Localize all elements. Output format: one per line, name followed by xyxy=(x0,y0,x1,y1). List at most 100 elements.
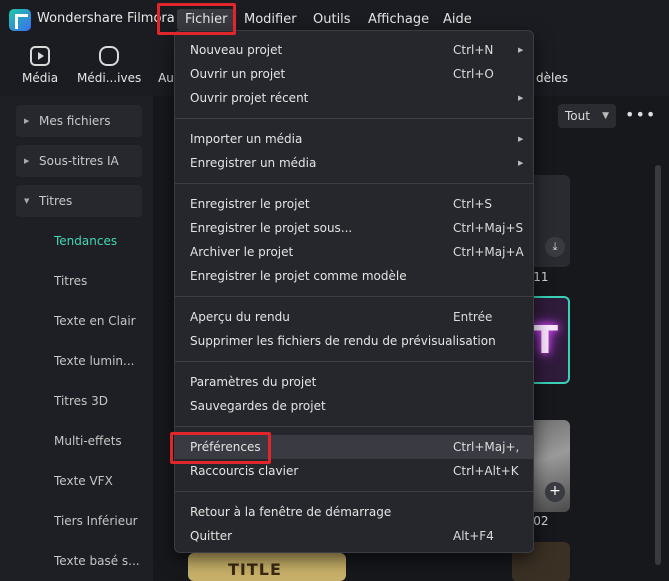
menu-item[interactable]: Retour à la fenêtre de démarrage xyxy=(175,500,533,524)
sidebar-item-titres[interactable]: ▼ Titres xyxy=(16,185,142,217)
menu-item-label: Raccourcis clavier xyxy=(190,464,299,478)
menu-item-label: Sauvegardes de projet xyxy=(190,399,326,413)
sidebar-item-sous-titres-ia[interactable]: ▶ Sous-titres IA xyxy=(16,145,142,177)
menu-item[interactable]: Enregistrer le projet Ctrl+S xyxy=(175,192,533,216)
sidebar-subitem-texte-vfx[interactable]: Texte VFX xyxy=(54,474,113,488)
sidebar-subitem-titres[interactable]: Titres xyxy=(54,274,87,288)
menu-item-label: Ouvrir un projet xyxy=(190,67,286,81)
chevron-right-icon: ▶ xyxy=(518,135,524,143)
menu-item-shortcut: Ctrl+Alt+K xyxy=(453,464,519,478)
media-icon xyxy=(30,46,51,66)
menu-item-shortcut: Ctrl+Maj+, xyxy=(453,440,520,454)
toolbar-media[interactable]: Média xyxy=(22,46,58,85)
menu-aide[interactable]: Aide xyxy=(435,9,480,30)
menu-item-label: Préférences xyxy=(190,440,261,454)
menu-item-shortcut: Ctrl+N xyxy=(453,43,494,57)
sidebar-subitem-multi-effets[interactable]: Multi-effets xyxy=(54,434,122,448)
menu-item[interactable]: Enregistrer un média ▶ xyxy=(175,151,533,175)
menu-item-label: Importer un média xyxy=(190,132,303,146)
expand-icon: ▶ xyxy=(24,157,30,165)
menu-item[interactable]: Enregistrer le projet comme modèle xyxy=(175,264,533,288)
menu-item[interactable]: Ouvrir un projet Ctrl+O xyxy=(175,62,533,86)
menu-modifier[interactable]: Modifier xyxy=(236,9,305,30)
models-icon xyxy=(542,46,562,66)
audio-icon xyxy=(156,46,176,66)
toolbar-models-label: dèles xyxy=(536,71,568,85)
chevron-right-icon: ▶ xyxy=(518,46,524,54)
menu-separator xyxy=(175,118,533,119)
menu-item[interactable]: Raccourcis clavier Ctrl+Alt+K xyxy=(175,459,533,483)
menu-affichage[interactable]: Affichage xyxy=(360,9,437,30)
chevron-right-icon: ▶ xyxy=(518,94,524,102)
menu-item-shortcut: Entrée xyxy=(453,310,493,324)
fichier-dropdown-menu: Nouveau projet Ctrl+N ▶ Ouvrir un projet Ctr… xyxy=(174,30,534,553)
title-thumbnail[interactable]: TITLE xyxy=(188,553,346,581)
menu-item-label: Ouvrir projet récent xyxy=(190,91,309,105)
menu-item[interactable]: Supprimer les fichiers de rendu de prévi… xyxy=(175,329,533,353)
toolbar-models[interactable]: dèles xyxy=(536,46,568,85)
menu-separator xyxy=(175,183,533,184)
collapse-icon: ▼ xyxy=(24,197,30,205)
sidebar-subitem-tendances[interactable]: Tendances xyxy=(54,234,117,248)
filter-label: Tout xyxy=(565,109,590,123)
menu-item[interactable]: Nouveau projet Ctrl+N ▶ xyxy=(175,38,533,62)
menu-item[interactable]: Sauvegardes de projet xyxy=(175,394,533,418)
menu-separator xyxy=(175,491,533,492)
toolbar-audio-label: Au xyxy=(158,71,174,85)
sidebar-subitem-texte-base[interactable]: Texte basé s... xyxy=(54,554,140,568)
neon-title-preview: T xyxy=(532,318,558,362)
add-icon[interactable]: + xyxy=(545,482,565,502)
menu-item-label: Quitter xyxy=(190,529,233,543)
cloud-media-icon xyxy=(99,46,120,66)
menu-separator xyxy=(175,361,533,362)
menu-item-label: Retour à la fenêtre de démarrage xyxy=(190,505,392,519)
menu-item-label: Enregistrer le projet sous... xyxy=(190,221,353,235)
toolbar-audio[interactable]: Au xyxy=(156,46,176,85)
sidebar-subitem-titres-3d[interactable]: Titres 3D xyxy=(54,394,108,408)
menu-item-shortcut: Ctrl+Maj+A xyxy=(453,245,524,259)
chevron-down-icon: ▼ xyxy=(602,111,609,121)
app-name: Wondershare Filmora xyxy=(37,11,175,26)
menu-item-shortcut: Ctrl+O xyxy=(453,67,494,81)
menu-item-shortcut: Ctrl+Maj+S xyxy=(453,221,524,235)
sidebar-subitem-tiers-inferieur[interactable]: Tiers Inférieur xyxy=(54,514,138,528)
menu-item[interactable]: Préférences Ctrl+Maj+, xyxy=(175,435,533,459)
chevron-right-icon: ▶ xyxy=(518,159,524,167)
download-icon[interactable]: ⤓ xyxy=(545,237,565,257)
sidebar-subitem-texte-lumineux[interactable]: Texte lumin... xyxy=(54,354,134,368)
sidebar-subitem-texte-en-clair[interactable]: Texte en Clair xyxy=(54,314,136,328)
menu-separator xyxy=(175,426,533,427)
menu-item[interactable]: Importer un média ▶ xyxy=(175,127,533,151)
filter-dropdown[interactable]: Tout ▼ xyxy=(558,104,616,128)
sidebar-item-label: Mes fichiers xyxy=(39,114,111,128)
toolbar-media-label: Média xyxy=(22,71,59,85)
menu-item-label: Aperçu du rendu xyxy=(190,310,290,324)
filmora-logo-icon xyxy=(9,9,31,31)
menu-item-label: Paramètres du projet xyxy=(190,375,317,389)
menu-item-label: Archiver le projet xyxy=(190,245,294,259)
thumbnail-text: TITLE xyxy=(228,560,282,579)
menu-item-label: Enregistrer le projet xyxy=(190,197,310,211)
toolbar-media-cloud[interactable]: Médi...ives xyxy=(77,46,141,85)
menu-item[interactable]: Quitter Alt+F4 xyxy=(175,524,533,548)
sidebar-item-mes-fichiers[interactable]: ▶ Mes fichiers xyxy=(16,105,142,137)
menu-item[interactable]: Archiver le projet Ctrl+Maj+A xyxy=(175,240,533,264)
menu-item-shortcut: Ctrl+S xyxy=(453,197,493,211)
menu-item-shortcut: Alt+F4 xyxy=(453,529,494,543)
menu-fichier[interactable]: Fichier xyxy=(177,9,236,30)
menu-item[interactable]: Aperçu du rendu Entrée xyxy=(175,305,533,329)
menu-item-label: Nouveau projet xyxy=(190,43,283,57)
menu-item[interactable]: Paramètres du projet xyxy=(175,370,533,394)
menu-item-label: Enregistrer un média xyxy=(190,156,317,170)
toolbar-media-cloud-label: Médi...ives xyxy=(77,71,142,85)
menu-separator xyxy=(175,296,533,297)
menu-item[interactable]: Ouvrir projet récent ▶ xyxy=(175,86,533,110)
menu-item[interactable]: Enregistrer le projet sous... Ctrl+Maj+S xyxy=(175,216,533,240)
sidebar-item-label: Titres xyxy=(39,194,73,208)
menu-outils[interactable]: Outils xyxy=(305,9,359,30)
expand-icon: ▶ xyxy=(24,117,30,125)
content-scrollbar[interactable] xyxy=(655,165,661,565)
more-options-icon[interactable]: ••• xyxy=(625,105,656,124)
menu-item-label: Enregistrer le projet comme modèle xyxy=(190,269,407,283)
menu-item-label: Supprimer les fichiers de rendu de prévi… xyxy=(190,334,496,348)
